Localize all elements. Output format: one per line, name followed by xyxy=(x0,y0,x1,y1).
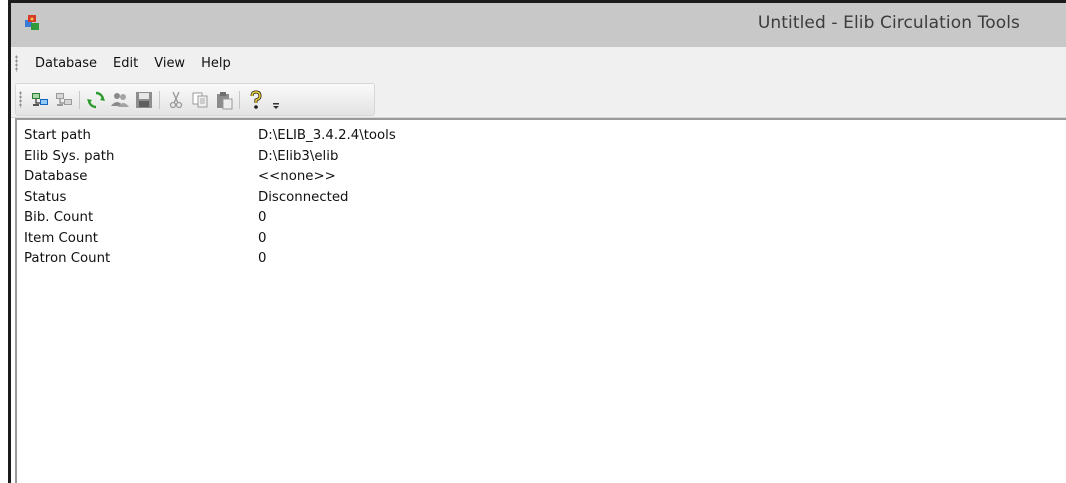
copy-icon[interactable] xyxy=(190,90,210,110)
toolbar-overflow-icon[interactable] xyxy=(271,90,281,112)
save-icon[interactable] xyxy=(134,90,154,110)
prop-value-bib-count: 0 xyxy=(258,210,267,225)
prop-label-elib-sys-path: Elib Sys. path xyxy=(24,148,115,164)
help-icon[interactable] xyxy=(246,90,266,110)
app-window: Untitled - Elib Circulation Tools Databa… xyxy=(8,0,1066,483)
toolbar-grip[interactable] xyxy=(19,91,22,108)
paste-icon[interactable] xyxy=(214,90,234,110)
menu-view[interactable]: View xyxy=(146,55,193,73)
prop-label-item-count: Item Count xyxy=(24,230,98,246)
disconnect-database-icon[interactable] xyxy=(54,90,74,110)
prop-value-patron-count: 0 xyxy=(258,251,267,266)
menu-bar: Database Edit View Help xyxy=(11,47,1066,80)
prop-value-database: <<none>> xyxy=(258,169,336,184)
toolbar-separator xyxy=(159,91,160,109)
prop-label-database: Database xyxy=(24,169,88,184)
connect-database-icon[interactable] xyxy=(30,90,50,110)
panel-left-border xyxy=(15,118,17,483)
panel-border xyxy=(15,118,1066,120)
cut-icon[interactable] xyxy=(166,90,186,110)
prop-label-start-path: Start path xyxy=(24,128,91,143)
prop-value-elib-sys-path: D:\Elib3\elib xyxy=(258,148,339,164)
prop-label-status: Status xyxy=(24,189,67,205)
refresh-icon[interactable] xyxy=(86,90,106,110)
users-icon[interactable] xyxy=(110,90,130,110)
toolbar xyxy=(15,83,375,116)
toolbar-strip xyxy=(11,80,1066,118)
menu-grip[interactable] xyxy=(15,55,18,72)
app-icon[interactable] xyxy=(23,14,41,32)
window-title: Untitled - Elib Circulation Tools xyxy=(757,13,1020,33)
toolbar-separator xyxy=(239,91,240,109)
prop-value-start-path: D:\ELIB_3.4.2.4\tools xyxy=(258,128,396,143)
toolbar-separator xyxy=(79,91,80,109)
menu-database[interactable]: Database xyxy=(27,55,105,73)
title-bar[interactable]: Untitled - Elib Circulation Tools xyxy=(11,3,1066,48)
prop-value-status: Disconnected xyxy=(258,189,349,205)
menu-edit[interactable]: Edit xyxy=(105,55,146,73)
prop-value-item-count: 0 xyxy=(258,230,267,246)
prop-label-patron-count: Patron Count xyxy=(24,251,111,266)
properties-panel: Start path D:\ELIB_3.4.2.4\tools Elib Sy… xyxy=(11,118,1066,483)
menu-help[interactable]: Help xyxy=(193,55,239,73)
prop-label-bib-count: Bib. Count xyxy=(24,210,94,225)
